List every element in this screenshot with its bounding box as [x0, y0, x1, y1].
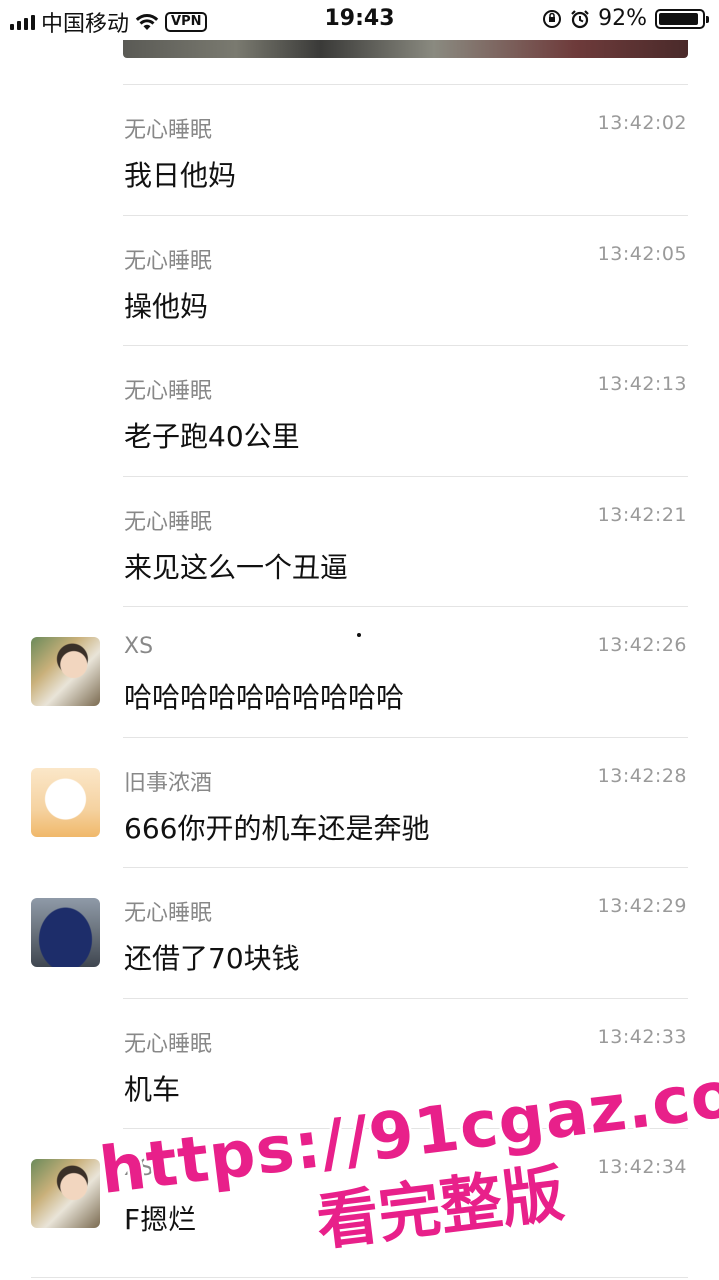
message-text[interactable]: 666你开的机车还是奔驰 — [124, 807, 429, 847]
sender-name[interactable]: 旧事浓酒 — [124, 765, 212, 797]
message-timestamp: 13:42:28 — [597, 765, 687, 787]
message-divider — [123, 606, 688, 607]
message-timestamp: 13:42:33 — [597, 1026, 687, 1048]
message-timestamp: 13:42:34 — [597, 1156, 687, 1178]
message-timestamp: 13:42:05 — [597, 243, 687, 265]
avatar[interactable] — [31, 898, 100, 967]
sender-name[interactable]: XS — [124, 1156, 153, 1181]
status-bar: 中国移动 VPN 19:43 92% — [0, 0, 719, 40]
message-divider — [123, 737, 688, 738]
avatar[interactable] — [31, 637, 100, 706]
message-divider — [123, 998, 688, 999]
orientation-lock-icon — [543, 9, 562, 28]
message-text[interactable]: 操他妈 — [124, 285, 208, 325]
sender-name[interactable]: 无心睡眠 — [124, 112, 212, 144]
sender-name[interactable]: 无心睡眠 — [124, 895, 212, 927]
message-timestamp: 13:42:02 — [597, 112, 687, 134]
status-right: 92% — [542, 6, 709, 31]
message-text[interactable]: 我日他妈 — [124, 154, 236, 194]
avatar[interactable] — [31, 768, 100, 837]
message-item[interactable]: 无心睡眠 13:42:02 我日他妈 — [0, 84, 719, 214]
stray-dot — [357, 633, 361, 637]
avatar[interactable] — [31, 1159, 100, 1228]
message-item[interactable]: XS 13:42:34 F摁烂 — [0, 1128, 719, 1258]
message-item[interactable]: 无心睡眠 13:42:33 机车 — [0, 998, 719, 1128]
message-text[interactable]: 哈哈哈哈哈哈哈哈哈哈 — [124, 676, 404, 716]
message-timestamp: 13:42:26 — [597, 634, 687, 656]
message-divider — [123, 1128, 688, 1129]
message-item[interactable]: 无心睡眠 13:42:29 还借了70块钱 — [0, 867, 719, 997]
message-text[interactable]: 还借了70块钱 — [124, 937, 300, 977]
message-text[interactable]: 来见这么一个丑逼 — [124, 546, 348, 586]
message-text[interactable]: 老子跑40公里 — [124, 415, 300, 455]
sender-name[interactable]: 无心睡眠 — [124, 243, 212, 275]
message-item[interactable]: 无心睡眠 13:42:21 来见这么一个丑逼 — [0, 476, 719, 606]
message-text[interactable]: F摁烂 — [124, 1198, 196, 1238]
divider — [31, 1277, 688, 1278]
message-item[interactable]: XS 13:42:26 哈哈哈哈哈哈哈哈哈哈 — [0, 606, 719, 736]
message-timestamp: 13:42:29 — [597, 895, 687, 917]
message-item[interactable]: 无心睡眠 13:42:05 操他妈 — [0, 215, 719, 345]
sender-name[interactable]: 无心睡眠 — [124, 1026, 212, 1058]
battery-level — [659, 12, 698, 25]
sender-name[interactable]: XS — [124, 634, 153, 659]
battery-icon — [655, 8, 709, 29]
message-item[interactable]: 旧事浓酒 13:42:28 666你开的机车还是奔驰 — [0, 737, 719, 867]
message-divider — [123, 215, 688, 216]
message-divider — [123, 867, 688, 868]
alarm-icon — [571, 9, 589, 28]
sender-name[interactable]: 无心睡眠 — [124, 504, 212, 536]
message-timestamp: 13:42:13 — [597, 373, 687, 395]
message-divider — [123, 84, 688, 85]
battery-percent: 92% — [598, 6, 647, 31]
message-divider — [123, 345, 688, 346]
message-timestamp: 13:42:21 — [597, 504, 687, 526]
message-item[interactable]: 无心睡眠 13:42:13 老子跑40公里 — [0, 345, 719, 475]
message-text[interactable]: 机车 — [124, 1068, 180, 1108]
sender-name[interactable]: 无心睡眠 — [124, 373, 212, 405]
message-divider — [123, 476, 688, 477]
